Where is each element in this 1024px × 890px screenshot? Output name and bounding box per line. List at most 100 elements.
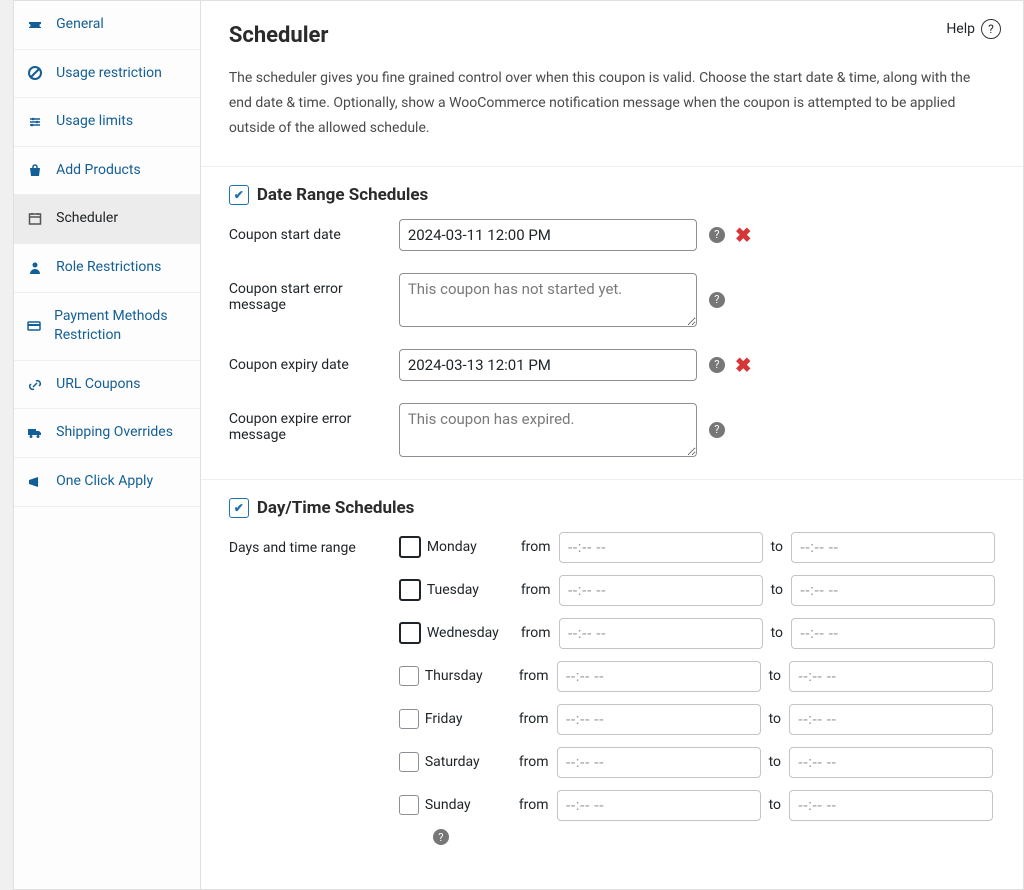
- from-label: from: [521, 582, 551, 598]
- help-icon: ?: [981, 19, 1001, 39]
- day-row-thursday: Thursdayfromto: [399, 661, 995, 692]
- coupon-expiry-date-input[interactable]: [399, 349, 697, 381]
- day-from-time-input[interactable]: [559, 575, 763, 606]
- date-range-section: Date Range Schedules Coupon start date ?…: [229, 167, 995, 457]
- day-row-wednesday: Wednesdayfromto: [399, 618, 995, 649]
- day-from-time-input[interactable]: [557, 661, 761, 692]
- day-name-label: Friday: [425, 711, 511, 727]
- sidebar-item-scheduler[interactable]: Scheduler: [14, 195, 200, 244]
- day-to-time-input[interactable]: [789, 704, 993, 735]
- bag-icon: [26, 163, 44, 179]
- sidebar-item-usage-limits[interactable]: Usage limits: [14, 98, 200, 147]
- day-name-label: Tuesday: [427, 582, 513, 598]
- day-checkbox-monday[interactable]: [399, 536, 421, 558]
- to-label: to: [769, 668, 781, 684]
- sidebar-item-label: General: [56, 15, 104, 35]
- day-checkbox-tuesday[interactable]: [399, 579, 421, 601]
- to-label: to: [771, 539, 783, 555]
- no-circle-icon: [26, 65, 44, 81]
- day-checkbox-friday[interactable]: [399, 709, 419, 729]
- date-range-title: Date Range Schedules: [257, 185, 428, 205]
- day-name-label: Sunday: [425, 797, 511, 813]
- day-row-sunday: Sunday from to: [399, 790, 995, 821]
- sidebar-item-add-products[interactable]: Add Products: [14, 147, 200, 196]
- sidebar-item-payment-methods-restriction[interactable]: Payment Methods Restriction: [14, 293, 200, 361]
- sidebar-item-label: Payment Methods Restriction: [54, 307, 188, 346]
- days-time-range-label: Days and time range: [229, 532, 399, 556]
- coupon-start-date-label: Coupon start date: [229, 219, 399, 243]
- calendar-icon: [26, 211, 44, 227]
- help-icon[interactable]: ?: [709, 292, 725, 308]
- day-time-toggle[interactable]: [229, 498, 249, 518]
- day-time-title: Day/Time Schedules: [257, 498, 415, 518]
- day-from-time-input[interactable]: [557, 704, 761, 735]
- person-icon: [26, 260, 44, 276]
- sidebar-item-label: Scheduler: [56, 209, 118, 229]
- to-label: to: [769, 711, 781, 727]
- day-row-friday: Friday from to: [399, 704, 995, 735]
- coupon-expire-error-input[interactable]: [399, 403, 697, 457]
- date-range-toggle[interactable]: [229, 185, 249, 205]
- day-from-time-input[interactable]: [559, 618, 763, 649]
- day-row-monday: Monday from to: [399, 532, 995, 563]
- help-label: Help: [946, 21, 975, 37]
- day-name-label: Monday: [427, 539, 513, 555]
- day-from-time-input[interactable]: [559, 532, 763, 563]
- help-icon[interactable]: ?: [433, 829, 449, 845]
- sidebar-item-general[interactable]: General: [14, 1, 200, 50]
- help-link[interactable]: Help ?: [946, 19, 1001, 39]
- day-from-time-input[interactable]: [557, 790, 761, 821]
- day-name-label: Saturday: [425, 754, 511, 770]
- day-row-tuesday: Tuesdayfromto: [399, 575, 995, 606]
- sidebar-item-role-restrictions[interactable]: Role Restrictions: [14, 244, 200, 293]
- coupon-settings-sidebar: General Usage restriction Usage limits A…: [13, 0, 200, 890]
- coupon-expiry-date-label: Coupon expiry date: [229, 349, 399, 373]
- from-label: from: [519, 754, 549, 770]
- from-label: from: [519, 711, 549, 727]
- day-time-section: Day/Time Schedules Days and time range M…: [229, 480, 995, 846]
- sidebar-item-shipping-overrides[interactable]: Shipping Overrides: [14, 409, 200, 458]
- day-name-label: Thursday: [425, 668, 511, 684]
- day-to-time-input[interactable]: [789, 747, 993, 778]
- sliders-icon: [26, 114, 44, 130]
- sidebar-item-url-coupons[interactable]: URL Coupons: [14, 361, 200, 410]
- day-to-time-input[interactable]: [791, 532, 995, 563]
- day-rows: MondayfromtoTuesdayfromtoWednesdayfromto…: [399, 532, 995, 821]
- link-icon: [26, 377, 44, 393]
- day-to-time-input[interactable]: [791, 618, 995, 649]
- to-label: to: [771, 625, 783, 641]
- sidebar-item-label: Shipping Overrides: [56, 423, 173, 443]
- day-checkbox-sunday[interactable]: [399, 795, 419, 815]
- sidebar-item-usage-restriction[interactable]: Usage restriction: [14, 50, 200, 99]
- sidebar-item-label: Role Restrictions: [56, 258, 161, 278]
- coupon-start-date-input[interactable]: [399, 219, 697, 251]
- truck-icon: [26, 425, 44, 441]
- to-label: to: [769, 797, 781, 813]
- day-to-time-input[interactable]: [789, 790, 993, 821]
- help-icon[interactable]: ?: [709, 357, 725, 373]
- day-checkbox-thursday[interactable]: [399, 666, 419, 686]
- sidebar-item-label: URL Coupons: [56, 375, 140, 395]
- coupon-start-error-label: Coupon start error message: [229, 273, 399, 313]
- scheduler-panel: Help ? Scheduler The scheduler gives you…: [200, 0, 1024, 890]
- day-to-time-input[interactable]: [791, 575, 995, 606]
- page-title: Scheduler: [229, 23, 995, 48]
- ticket-icon: [26, 17, 44, 33]
- sidebar-item-label: Add Products: [56, 161, 141, 181]
- clear-start-date-button[interactable]: ✖: [735, 223, 752, 247]
- day-from-time-input[interactable]: [557, 747, 761, 778]
- day-to-time-input[interactable]: [789, 661, 993, 692]
- megaphone-icon: [26, 474, 44, 490]
- coupon-start-error-input[interactable]: [399, 273, 697, 327]
- day-name-label: Wednesday: [427, 625, 513, 641]
- card-icon: [26, 318, 42, 334]
- help-icon[interactable]: ?: [709, 422, 725, 438]
- sidebar-item-one-click-apply[interactable]: One Click Apply: [14, 458, 200, 507]
- day-checkbox-wednesday[interactable]: [399, 622, 421, 644]
- from-label: from: [521, 539, 551, 555]
- day-checkbox-saturday[interactable]: [399, 752, 419, 772]
- sidebar-item-label: Usage limits: [56, 112, 133, 132]
- from-label: from: [519, 797, 549, 813]
- help-icon[interactable]: ?: [709, 227, 725, 243]
- clear-expiry-date-button[interactable]: ✖: [735, 353, 752, 377]
